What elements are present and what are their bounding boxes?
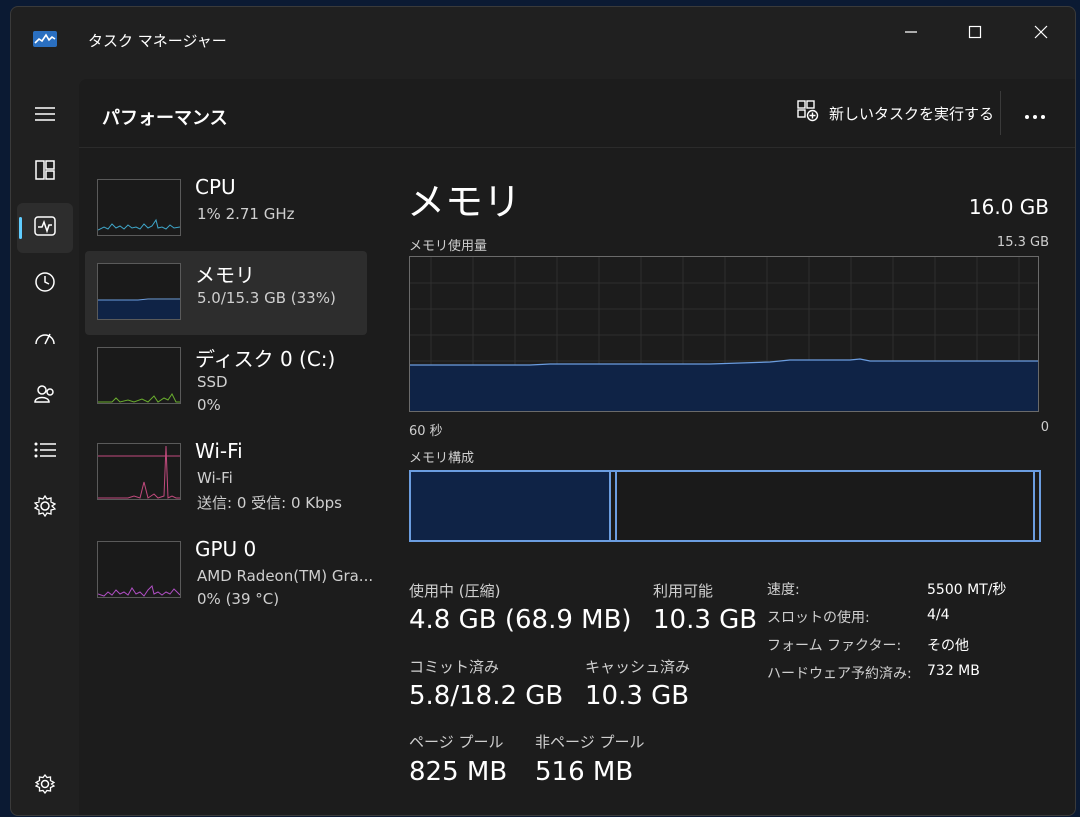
spec-value-hardware-reserved: 732 MB xyxy=(927,663,980,679)
processes-icon xyxy=(35,160,55,184)
task-manager-icon xyxy=(33,29,57,49)
cached-label: キャッシュ済み xyxy=(585,658,691,676)
memory-total: 16.0 GB xyxy=(968,195,1049,219)
more-icon xyxy=(1024,101,1046,125)
nav-item-processes[interactable] xyxy=(17,147,73,197)
resource-detail: 1% 2.71 GHz xyxy=(197,205,295,223)
header-divider xyxy=(1000,91,1001,135)
nav-toggle-button[interactable] xyxy=(17,91,73,141)
memory-usage-graph xyxy=(409,256,1039,412)
resource-item-wifi[interactable]: Wi-Fi Wi-Fi 送信: 0 受信: 0 Kbps xyxy=(85,431,367,515)
resource-name: CPU xyxy=(195,175,236,199)
resource-detail: AMD Radeon(TM) Gra... xyxy=(197,567,374,585)
task-manager-window: タスク マネージャー パフォーマンス 新しいタスクを実行する CPU 1% 2.… xyxy=(10,6,1076,816)
graph-time-right: 0 xyxy=(1040,420,1049,435)
spec-value-speed: 5500 MT/秒 xyxy=(927,582,1007,598)
resource-detail: 0% (39 °C) xyxy=(197,590,280,608)
resource-item-disk[interactable]: ディスク 0 (C:) SSD 0% xyxy=(85,335,367,419)
resource-item-cpu[interactable]: CPU 1% 2.71 GHz xyxy=(85,167,367,251)
app-history-icon xyxy=(34,271,56,297)
available-value: 10.3 GB xyxy=(653,605,758,635)
maximize-button[interactable] xyxy=(955,15,995,51)
gpu-thumbnail-graph xyxy=(97,541,181,598)
resource-item-gpu[interactable]: GPU 0 AMD Radeon(TM) Gra... 0% (39 °C) xyxy=(85,529,373,613)
app-title: タスク マネージャー xyxy=(88,32,227,50)
hamburger-icon xyxy=(35,106,55,126)
users-icon xyxy=(33,383,57,409)
graph-time-left: 60 秒 xyxy=(409,424,443,439)
resource-item-memory[interactable]: メモリ 5.0/15.3 GB (33%) xyxy=(85,251,367,335)
resource-detail: 0% xyxy=(197,396,221,414)
spec-key-form-factor: フォーム ファクター: xyxy=(767,638,902,654)
title-bar: タスク マネージャー xyxy=(11,7,1075,71)
resource-name: Wi-Fi xyxy=(195,439,243,463)
paged-pool-value: 825 MB xyxy=(409,757,508,787)
resource-name: ディスク 0 (C:) xyxy=(195,347,336,371)
gear-icon xyxy=(34,773,56,798)
committed-label: コミット済み xyxy=(409,658,500,676)
spec-key-slots: スロットの使用: xyxy=(767,610,870,626)
spec-key-speed: 速度: xyxy=(767,582,800,598)
memory-usage-plot xyxy=(410,257,1038,411)
usage-label: メモリ使用量 xyxy=(409,239,488,254)
paged-pool-label: ページ プール xyxy=(409,733,504,751)
details-icon xyxy=(34,442,56,462)
page-title: パフォーマンス xyxy=(102,108,228,129)
spec-key-hardware-reserved: ハードウェア予約済み: xyxy=(767,666,912,682)
spec-value-slots: 4/4 xyxy=(927,607,950,623)
nonpaged-pool-label: 非ページ プール xyxy=(535,733,645,751)
new-task-icon xyxy=(797,100,819,126)
spec-value-form-factor: その他 xyxy=(927,638,969,654)
disk-thumbnail-graph xyxy=(97,347,181,404)
in-use-value: 4.8 GB (68.9 MB) xyxy=(409,605,632,635)
resource-detail: 送信: 0 受信: 0 Kbps xyxy=(197,494,342,512)
minimize-icon xyxy=(904,24,918,43)
composition-free xyxy=(1033,472,1039,540)
maximize-icon xyxy=(968,24,982,43)
new-task-button[interactable]: 新しいタスクを実行する xyxy=(797,99,994,127)
more-button[interactable] xyxy=(1021,99,1049,127)
memory-composition-bar xyxy=(409,470,1041,542)
close-button[interactable] xyxy=(1021,15,1061,51)
available-label: 利用可能 xyxy=(653,582,714,600)
cached-value: 10.3 GB xyxy=(585,681,690,711)
new-task-label: 新しいタスクを実行する xyxy=(829,104,995,123)
in-use-label: 使用中 (圧縮) xyxy=(409,582,501,600)
wifi-thumbnail-graph xyxy=(97,443,181,500)
resource-detail: 5.0/15.3 GB (33%) xyxy=(197,289,336,307)
startup-icon xyxy=(34,328,56,352)
cpu-thumbnail-graph xyxy=(97,179,181,236)
minimize-button[interactable] xyxy=(891,15,931,51)
nav-item-startup[interactable] xyxy=(17,315,73,365)
nav-rail xyxy=(11,71,79,815)
nav-item-users[interactable] xyxy=(17,371,73,421)
settings-button[interactable] xyxy=(17,761,73,811)
resource-name: メモリ xyxy=(195,263,255,287)
nav-item-performance[interactable] xyxy=(17,203,73,253)
committed-value: 5.8/18.2 GB xyxy=(409,681,564,711)
page-header: パフォーマンス 新しいタスクを実行する xyxy=(79,79,1075,148)
active-indicator xyxy=(19,217,22,239)
resource-detail: Wi-Fi xyxy=(197,469,233,487)
memory-thumbnail-graph xyxy=(97,263,181,320)
composition-label: メモリ構成 xyxy=(409,451,475,466)
detail-title: メモリ xyxy=(407,180,522,224)
nav-item-app-history[interactable] xyxy=(17,259,73,309)
resource-detail: SSD xyxy=(197,373,228,391)
performance-icon xyxy=(34,216,56,240)
composition-modified xyxy=(609,472,617,540)
nav-item-details[interactable] xyxy=(17,427,73,477)
resource-name: GPU 0 xyxy=(195,537,257,561)
composition-in-use xyxy=(411,472,611,540)
nav-item-services[interactable] xyxy=(17,483,73,533)
close-icon xyxy=(1034,24,1048,43)
usage-max-label: 15.3 GB xyxy=(996,235,1049,250)
main-panel: パフォーマンス 新しいタスクを実行する CPU 1% 2.71 GHz メモリ … xyxy=(79,79,1075,815)
services-icon xyxy=(33,494,57,521)
nonpaged-pool-value: 516 MB xyxy=(535,757,634,787)
